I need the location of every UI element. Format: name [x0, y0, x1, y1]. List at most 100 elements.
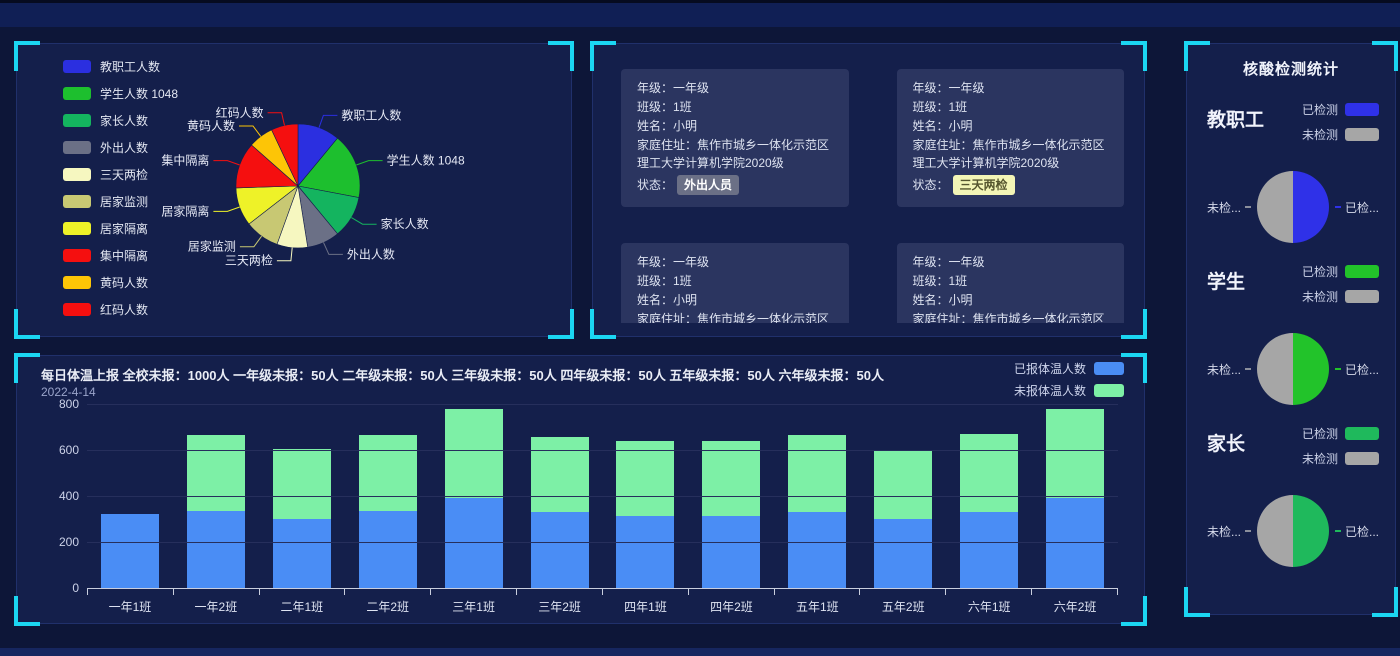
nat-pie-row: 未检...已检...: [1207, 495, 1379, 567]
status-badge: 三天两检: [953, 175, 1015, 195]
bottom-banner-band: [0, 648, 1400, 656]
bar-segment-unreported[interactable]: [702, 441, 760, 516]
nat-half-pie[interactable]: [1257, 333, 1329, 405]
nat-half-pie[interactable]: [1257, 495, 1329, 567]
bar-segment-unreported[interactable]: [874, 450, 932, 519]
nat-half-pie[interactable]: [1257, 171, 1329, 243]
x-axis-tick: [87, 589, 174, 595]
nat-section-legend: 已检测未检测: [1302, 101, 1379, 151]
pie-slice-label: 集中隔离: [161, 153, 209, 168]
bar-segment-unreported[interactable]: [445, 409, 503, 499]
student-cards-list: 年级：一年级班级：1班姓名：小明家庭住址：焦作市城乡一体化示范区理工大学计算机学…: [621, 69, 1124, 323]
bar-stack: [273, 449, 331, 588]
dashboard-root: 教职工人数学生人数 1048家长人数外出人数三天两检居家监测居家隔离集中隔离黄码…: [0, 0, 1400, 656]
corner-bracket: [590, 309, 616, 339]
nat-section-学生: 学生已检测未检测未检...已检...: [1207, 263, 1379, 405]
bar-segment-reported[interactable]: [1046, 498, 1104, 588]
bar-stack: [960, 434, 1018, 588]
bar-segment-reported[interactable]: [531, 512, 589, 588]
x-axis-tick: [517, 589, 603, 595]
pie-label-line: [240, 236, 262, 247]
x-axis-category-label: 四年2班: [688, 598, 774, 615]
x-axis-category-label: 六年2班: [1032, 598, 1118, 615]
gridline: [87, 450, 1118, 451]
bar-segment-reported[interactable]: [616, 516, 674, 589]
bar-segment-reported[interactable]: [874, 519, 932, 588]
corner-bracket: [590, 41, 616, 71]
bar-segment-unreported[interactable]: [960, 434, 1018, 512]
bar-segment-unreported[interactable]: [531, 437, 589, 512]
card-field: 家庭住址：焦作市城乡一体化示范区理工大学计算机学院2020级: [637, 136, 833, 172]
bar-stack: [187, 435, 245, 588]
population-pie-chart: 教职工人数学生人数 1048家长人数外出人数三天两检居家监测居家隔离集中隔离黄码…: [17, 44, 573, 336]
pie-label-line: [351, 218, 376, 225]
bar-segment-reported[interactable]: [359, 511, 417, 588]
pie-label-line: [324, 243, 343, 255]
tested-label: 已检...: [1345, 199, 1379, 216]
nucleic-acid-title: 核酸检测统计: [1187, 58, 1395, 79]
x-axis-ticks: [87, 588, 1118, 595]
bar-segment-reported[interactable]: [788, 512, 846, 588]
bar-legend-label: 未报体温人数: [1014, 382, 1086, 399]
untested-label-line: [1245, 206, 1251, 208]
tested-label-line: [1335, 206, 1341, 208]
x-axis-category-label: 三年1班: [431, 598, 517, 615]
y-axis-label: 400: [41, 489, 79, 503]
bar-segment-unreported[interactable]: [359, 435, 417, 511]
bar-segment-reported[interactable]: [702, 516, 760, 589]
bar-segment-reported[interactable]: [445, 498, 503, 588]
nat-legend-item[interactable]: 未检测: [1302, 126, 1379, 143]
nat-legend-item[interactable]: 已检测: [1302, 425, 1379, 442]
card-field: 年级：一年级: [913, 253, 1109, 271]
untested-label-line: [1245, 368, 1251, 370]
pie-slice-label: 外出人数: [347, 246, 395, 261]
x-axis-labels: 一年1班一年2班二年1班二年2班三年1班三年2班四年1班四年2班五年1班五年2班…: [87, 598, 1118, 615]
bar-segment-unreported[interactable]: [616, 441, 674, 516]
bar-legend-item[interactable]: 未报体温人数: [1014, 382, 1124, 399]
x-axis-tick: [431, 589, 517, 595]
legend-color-chip: [1345, 427, 1379, 440]
nat-group-title: 教职工: [1207, 105, 1264, 132]
nucleic-acid-sections: 教职工已检测未检测未检...已检...学生已检测未检测未检...已检...家长已…: [1187, 101, 1395, 567]
nat-legend-item[interactable]: 未检测: [1302, 450, 1379, 467]
nat-pie-row: 未检...已检...: [1207, 333, 1379, 405]
gridline: [87, 496, 1118, 497]
bar-segment-unreported[interactable]: [273, 449, 331, 519]
bar-stack: [359, 435, 417, 588]
bar-segment-reported[interactable]: [101, 514, 159, 588]
bar-segment-reported[interactable]: [273, 519, 331, 588]
bar-segment-unreported[interactable]: [187, 435, 245, 511]
student-cards-panel: 年级：一年级班级：1班姓名：小明家庭住址：焦作市城乡一体化示范区理工大学计算机学…: [592, 43, 1145, 337]
card-field: 班级：1班: [637, 272, 833, 290]
bar-segment-unreported[interactable]: [1046, 409, 1104, 499]
bar-stack: [531, 437, 589, 588]
bar-legend-item[interactable]: 已报体温人数: [1014, 360, 1124, 377]
pie-slice-label: 黄码人数: [187, 118, 235, 133]
legend-color-chip: [1094, 384, 1124, 397]
nat-legend-item[interactable]: 未检测: [1302, 288, 1379, 305]
bar-segment-unreported[interactable]: [788, 435, 846, 512]
pie-slice-label: 三天两检: [225, 253, 273, 268]
x-axis-tick: [1032, 589, 1118, 595]
bar-segment-reported[interactable]: [960, 512, 1018, 588]
legend-color-chip: [1345, 128, 1379, 141]
nat-section-header: 教职工 已检测未检测: [1207, 101, 1379, 151]
tested-label: 已检...: [1345, 361, 1379, 378]
nat-legend-item[interactable]: 已检测: [1302, 263, 1379, 280]
bar-stack: [702, 441, 760, 588]
card-field: 班级：1班: [913, 98, 1109, 116]
pie-label-line: [239, 126, 261, 136]
untested-label: 未检...: [1207, 199, 1241, 216]
x-axis-category-label: 一年1班: [87, 598, 173, 615]
top-banner-band: [0, 3, 1400, 27]
pie-label-line: [277, 248, 292, 261]
untested-label-line: [1245, 530, 1251, 532]
bar-segment-reported[interactable]: [187, 511, 245, 588]
student-card: 年级：一年级班级：1班姓名：小明家庭住址：焦作市城乡一体化示范区理工大学计算机学…: [621, 69, 849, 207]
nat-legend-item[interactable]: 已检测: [1302, 101, 1379, 118]
legend-color-chip: [1345, 265, 1379, 278]
legend-color-chip: [1345, 452, 1379, 465]
card-field: 家庭住址：焦作市城乡一体化示范区理工大学计算机学院2020级: [913, 136, 1109, 172]
bar-legend-label: 已报体温人数: [1014, 360, 1086, 377]
x-axis-tick: [260, 589, 346, 595]
